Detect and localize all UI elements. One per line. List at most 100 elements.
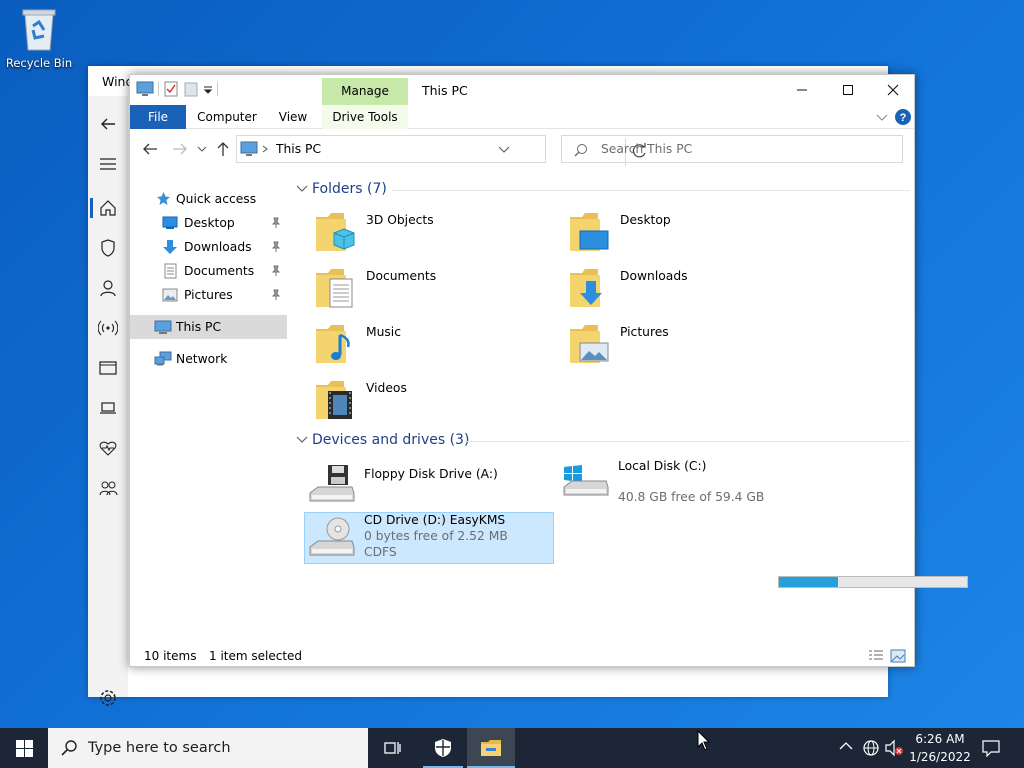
volume-muted-icon[interactable] — [884, 739, 904, 757]
address-history-chevron-icon[interactable] — [498, 146, 510, 154]
folder-tile-music[interactable]: Music — [314, 321, 554, 373]
collapse-chevron-icon[interactable] — [296, 434, 308, 446]
back-arrow-icon[interactable] — [98, 114, 118, 134]
laptop-icon[interactable] — [98, 398, 118, 418]
file-explorer-icon — [480, 739, 502, 757]
devices-group-label: Devices and drives (3) — [312, 432, 470, 448]
new-folder-icon[interactable] — [183, 81, 199, 97]
folder-tile-downloads[interactable]: Downloads — [568, 265, 808, 317]
tab-computer[interactable]: Computer — [192, 105, 262, 129]
drive-tile-floppy[interactable]: Floppy Disk Drive (A:) — [308, 461, 558, 513]
security-app-button[interactable] — [419, 728, 467, 768]
file-explorer-taskbar-button[interactable] — [467, 728, 515, 768]
nav-desktop[interactable]: Desktop — [130, 211, 287, 235]
drive-usage-fill — [779, 577, 838, 587]
file-explorer-window[interactable]: Manage This PC File Computer View Drive … — [129, 74, 968, 667]
nav-pictures[interactable]: Pictures — [130, 283, 287, 307]
drive-tile-local-disk[interactable]: Local Disk (C:) 40.8 GB free of 59.4 GB — [562, 455, 812, 507]
folder-label: Downloads — [620, 269, 688, 283]
breadcrumb[interactable]: This PC — [276, 142, 321, 156]
mouse-pointer-icon — [697, 730, 711, 752]
nav-this-pc-label: This PC — [176, 320, 222, 334]
pin-icon[interactable] — [271, 265, 281, 277]
forward-arrow-icon[interactable] — [172, 142, 188, 156]
address-field[interactable]: This PC — [236, 135, 646, 166]
collapse-chevron-icon[interactable] — [296, 183, 308, 195]
nav-this-pc[interactable]: This PC — [130, 315, 287, 339]
globe-network-icon[interactable] — [862, 739, 880, 757]
recent-locations-chevron-icon[interactable] — [197, 145, 207, 153]
close-button[interactable] — [870, 75, 916, 105]
taskbar-search-input[interactable]: Type here to search — [48, 728, 368, 768]
hamburger-menu-icon[interactable] — [98, 154, 118, 174]
tab-manage[interactable]: Manage — [322, 78, 408, 105]
start-button[interactable] — [0, 728, 48, 768]
nav-downloads[interactable]: Downloads — [130, 235, 287, 259]
system-clock[interactable]: 6:26 AM 1/26/2022 — [908, 730, 972, 766]
clock-time: 6:26 AM — [915, 732, 965, 746]
person-icon[interactable] — [98, 278, 118, 298]
address-bar-row: This PC Search This PC — [130, 133, 914, 166]
network-icon — [154, 351, 172, 367]
gear-icon[interactable] — [98, 688, 118, 708]
maximize-button[interactable] — [825, 75, 871, 105]
folder-tile-videos[interactable]: Videos — [314, 377, 554, 429]
title-bar[interactable]: Manage This PC — [130, 75, 914, 105]
folder-tile-3d-objects[interactable]: 3D Objects — [314, 209, 554, 261]
large-icons-view-icon[interactable] — [890, 649, 906, 663]
up-arrow-icon[interactable] — [216, 141, 230, 157]
group-divider — [464, 441, 910, 442]
search-icon — [61, 740, 77, 756]
nav-documents[interactable]: Documents — [130, 259, 287, 283]
drive-tile-cd[interactable]: CD Drive (D:) EasyKMS 0 bytes free of 2.… — [308, 513, 558, 565]
folders-group-label: Folders (7) — [312, 181, 387, 197]
nav-quick-access[interactable]: Quick access — [130, 187, 287, 211]
heart-pulse-icon[interactable] — [98, 438, 118, 458]
windows-logo-icon — [16, 740, 33, 757]
tab-drive-tools[interactable]: Drive Tools — [322, 105, 408, 129]
downloads-folder-icon — [568, 265, 610, 311]
folder-tile-pictures[interactable]: Pictures — [568, 321, 808, 373]
drive-free-space: 0 bytes free of 2.52 MB — [364, 529, 508, 543]
folder-tile-documents[interactable]: Documents — [314, 265, 554, 317]
nav-desktop-label: Desktop — [184, 216, 235, 230]
folder-label: Music — [366, 325, 401, 339]
pin-icon[interactable] — [271, 241, 281, 253]
drive-file-system: CDFS — [364, 545, 397, 559]
task-view-button[interactable] — [368, 728, 416, 768]
app-window-icon[interactable] — [98, 358, 118, 378]
minimize-button[interactable] — [779, 75, 825, 105]
breadcrumb-separator-icon[interactable] — [262, 145, 268, 153]
properties-icon[interactable] — [163, 81, 179, 97]
home-icon[interactable] — [98, 198, 118, 218]
desktop-icon — [162, 216, 178, 230]
details-view-icon[interactable] — [868, 649, 884, 663]
recycle-bin-shortcut[interactable]: Recycle Bin — [4, 6, 74, 70]
search-input[interactable]: Search This PC — [561, 135, 903, 163]
computer-icon — [154, 320, 172, 335]
back-arrow-icon[interactable] — [142, 142, 158, 156]
tab-view[interactable]: View — [270, 105, 316, 129]
search-placeholder: Search This PC — [601, 142, 693, 156]
notifications-icon[interactable] — [982, 739, 1000, 757]
document-icon — [164, 263, 177, 279]
show-hidden-icons-chevron-icon[interactable] — [839, 741, 853, 751]
selection-count: 1 item selected — [209, 649, 303, 663]
wireless-icon[interactable] — [98, 318, 118, 338]
pin-icon[interactable] — [271, 289, 281, 301]
help-icon[interactable]: ? — [895, 109, 911, 125]
status-bar: 10 items 1 item selected — [130, 649, 914, 667]
search-icon — [574, 143, 588, 157]
expand-ribbon-chevron-icon[interactable] — [876, 111, 888, 123]
customize-toolbar-chevron-icon[interactable] — [203, 81, 213, 97]
task-view-icon — [384, 740, 401, 756]
pin-icon[interactable] — [271, 217, 281, 229]
nav-network[interactable]: Network — [130, 347, 287, 371]
shield-icon[interactable] — [98, 238, 118, 258]
tab-file[interactable]: File — [130, 105, 186, 129]
pictures-folder-icon — [568, 321, 610, 367]
security-shield-icon — [433, 738, 453, 758]
svg-text:?: ? — [900, 112, 907, 124]
family-icon[interactable] — [98, 478, 118, 498]
folder-tile-desktop[interactable]: Desktop — [568, 209, 808, 261]
